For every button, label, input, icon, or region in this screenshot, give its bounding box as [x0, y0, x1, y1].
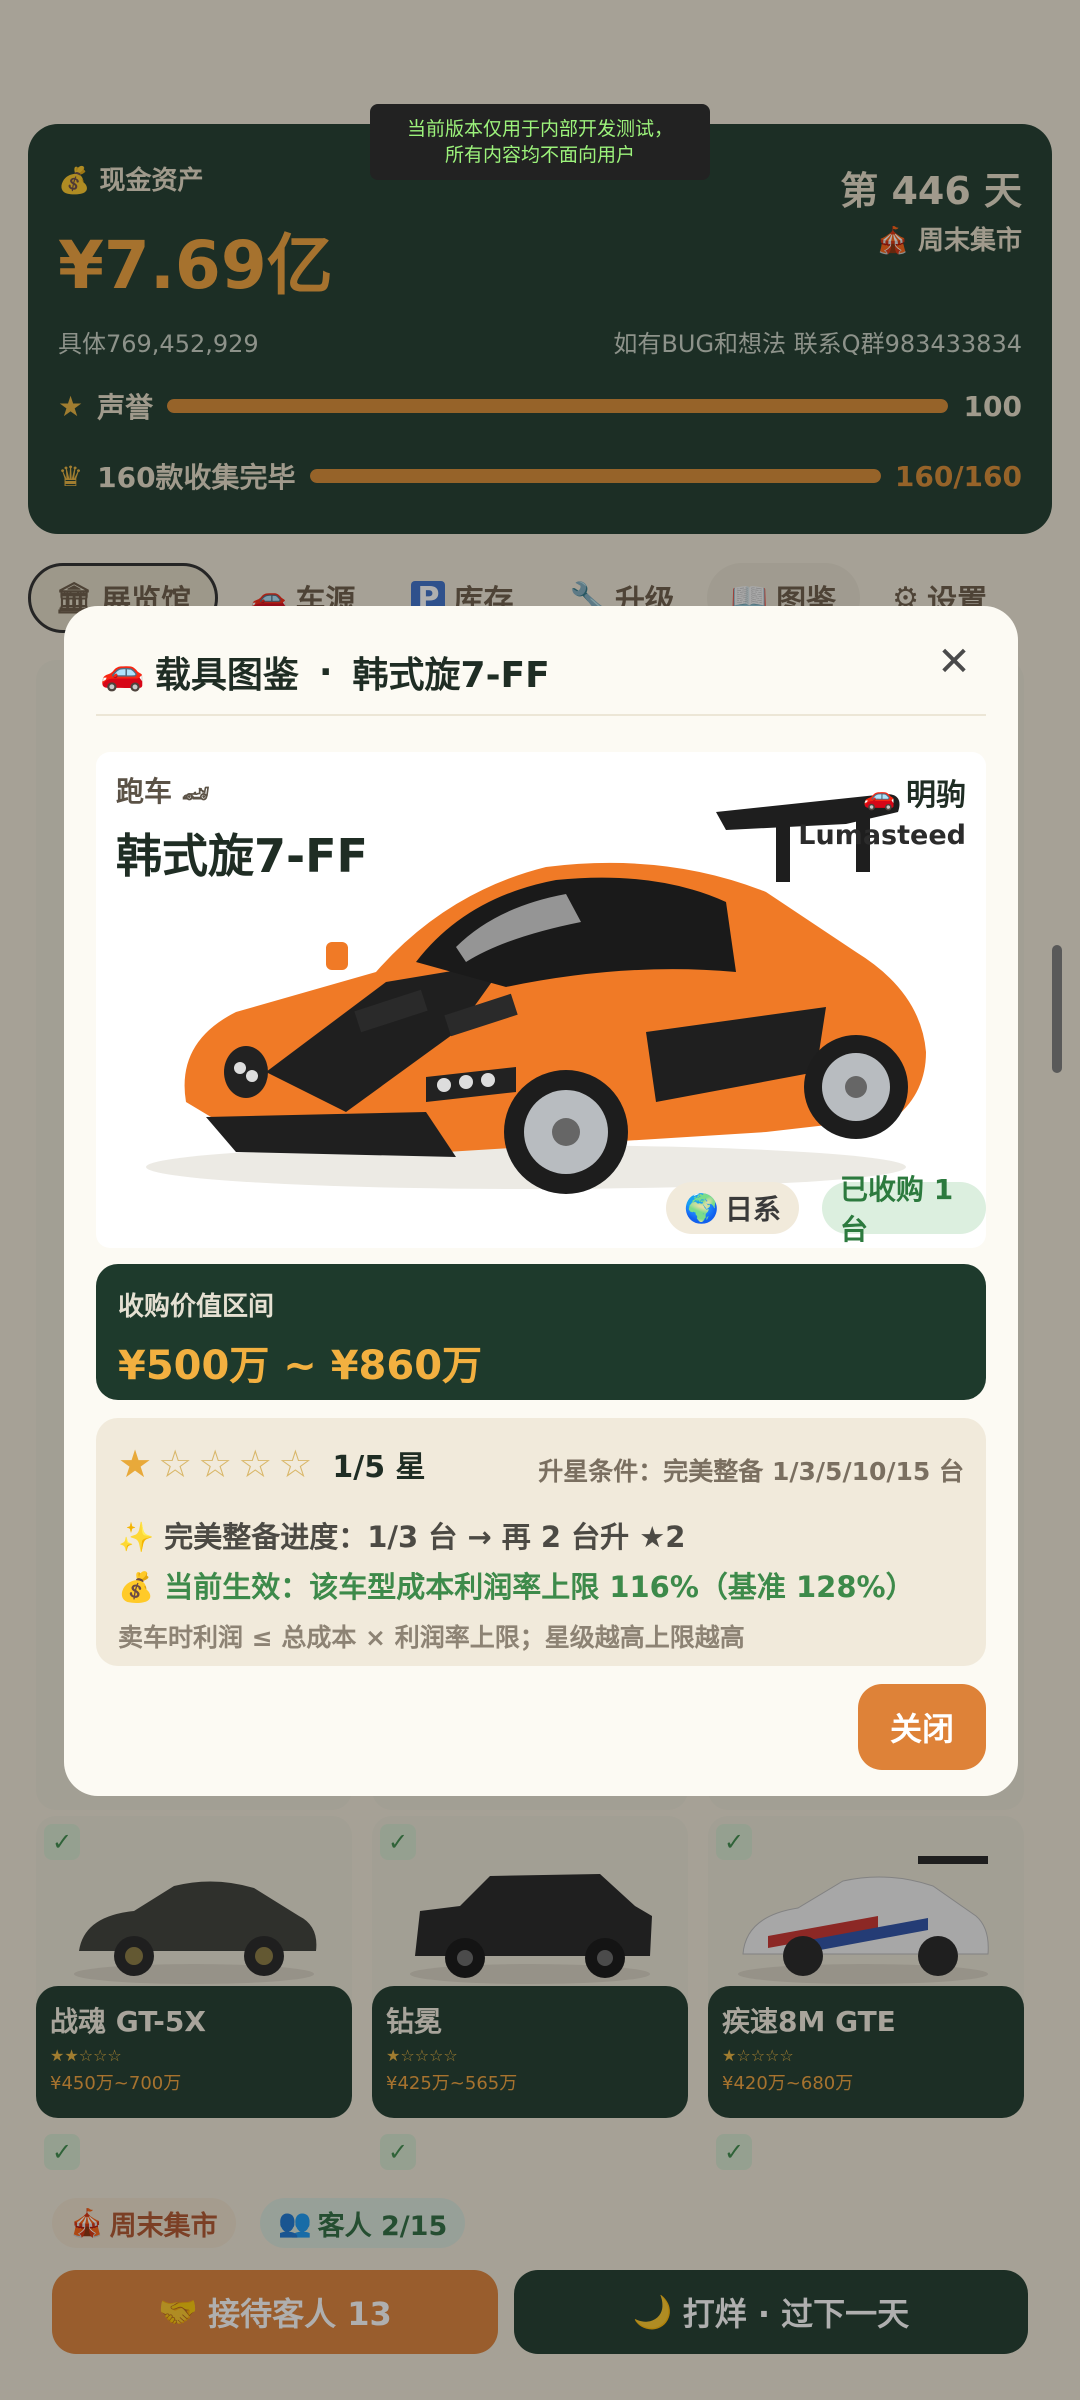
star-empty-icon: ☆: [238, 1442, 273, 1486]
star-level-card: ★ ☆ ☆ ☆ ☆ 1/5 星 升星条件：完美整备 1/3/5/10/15 台 …: [96, 1418, 986, 1666]
modal-title-text: 载具图鉴: [154, 655, 299, 696]
scrollbar-thumb[interactable]: [1052, 945, 1062, 1073]
globe-icon: 🌍: [684, 1191, 719, 1225]
title-separator: ·: [318, 651, 333, 693]
note-line: 卖车时利润 ≤ 总成本 × 利润率上限；星级越高上限越高: [118, 1623, 745, 1652]
money-bag-icon: 💰: [118, 1570, 155, 1604]
car-name: 韩式旋7-FF: [116, 829, 368, 883]
car-brand-english: Lumasteed: [798, 820, 966, 851]
effect-line: 💰 当前生效：该车型成本利润率上限 116%（基准 128%）: [118, 1570, 915, 1604]
modal-car-title: 韩式旋7-FF: [352, 655, 550, 696]
close-icon[interactable]: ✕: [932, 640, 976, 684]
sports-car-icon: 🏎: [181, 782, 210, 807]
sparkles-icon: ✨: [118, 1520, 155, 1554]
car-icon: 🚗: [100, 652, 145, 693]
car-icon: 🚗: [863, 782, 896, 812]
dev-banner-line2: 所有内容均不面向用户: [444, 144, 635, 166]
star-text: 1/5 星: [332, 1450, 426, 1485]
price-value: ¥500万 ~ ¥860万: [118, 1343, 483, 1389]
upgrade-condition: 升星条件：完美整备 1/3/5/10/15 台: [538, 1457, 964, 1486]
modal-title: 🚗 载具图鉴 · 韩式旋7-FF: [100, 646, 550, 698]
car-hero: 跑车 🏎 韩式旋7-FF 🚗 明驹 Lumasteed 🌍 日系 已收购 1 台: [96, 752, 986, 1248]
dev-banner: 当前版本仅用于内部开发测试， 所有内容均不面向用户: [370, 104, 710, 180]
dev-banner-line1: 当前版本仅用于内部开发测试，: [406, 118, 673, 140]
divider: [96, 714, 986, 716]
owned-pill: 已收购 1 台: [822, 1173, 986, 1246]
car-brand: 🚗 明驹: [863, 778, 966, 813]
catalog-modal: 🚗 载具图鉴 · 韩式旋7-FF ✕ 跑车 🏎 韩式旋7-FF 🚗 明驹 Lum…: [64, 606, 1018, 1796]
origin-pill: 🌍 日系: [666, 1182, 799, 1234]
star-empty-icon: ☆: [278, 1442, 313, 1486]
star-empty-icon: ☆: [158, 1442, 193, 1486]
star-rating: ★ ☆ ☆ ☆ ☆ 1/5 星: [118, 1442, 426, 1486]
price-range-card: 收购价值区间 ¥500万 ~ ¥860万: [96, 1264, 986, 1400]
car-type: 跑车 🏎: [116, 775, 210, 808]
close-button[interactable]: 关闭: [858, 1684, 986, 1770]
star-filled-icon: ★: [118, 1442, 153, 1486]
price-label: 收购价值区间: [118, 1292, 275, 1322]
progress-line: ✨ 完美整备进度：1/3 台 → 再 2 台升 ★2: [118, 1520, 686, 1554]
star-empty-icon: ☆: [198, 1442, 233, 1486]
